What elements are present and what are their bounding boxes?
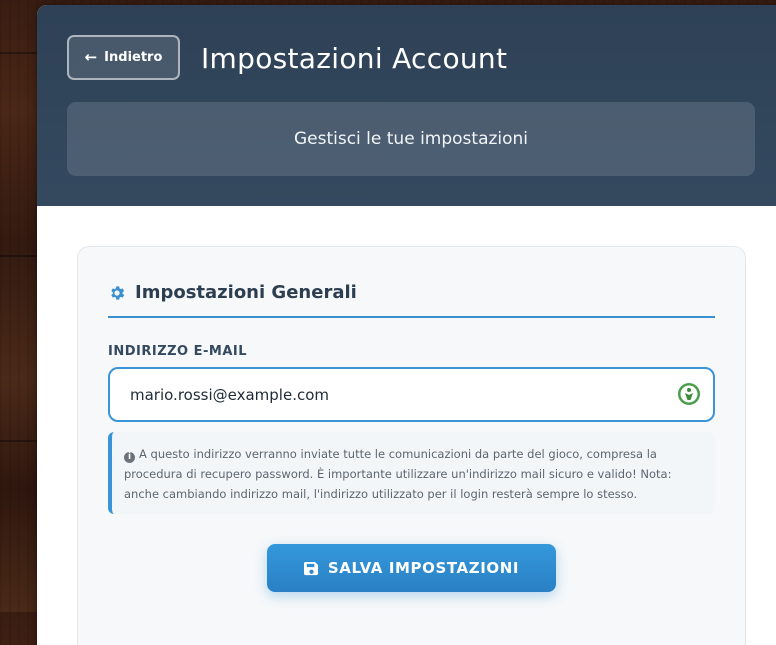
page-header: ← Indietro Impostazioni Account Gestisci…: [37, 5, 776, 206]
email-label: INDIRIZZO E-MAIL: [108, 344, 248, 359]
section-header: Impostazioni Generali: [108, 282, 715, 318]
arrow-left-icon: ←: [84, 48, 98, 66]
page-subtitle: Gestisci le tue impostazioni: [293, 129, 529, 149]
email-field[interactable]: [108, 367, 715, 422]
email-info-text: A questo indirizzo verranno inviate tutt…: [124, 447, 672, 501]
page-title: Impostazioni Account: [201, 42, 508, 75]
page-subtitle-box: Gestisci le tue impostazioni: [67, 102, 755, 176]
save-button-label: SALVA IMPOSTAZIONI: [327, 559, 520, 577]
back-button[interactable]: ← Indietro: [67, 35, 180, 80]
password-manager-icon[interactable]: [677, 382, 701, 406]
back-button-label: Indietro: [104, 50, 163, 65]
save-settings-button[interactable]: SALVA IMPOSTAZIONI: [267, 544, 556, 592]
info-circle-icon: i: [124, 452, 135, 463]
settings-panel: ← Indietro Impostazioni Account Gestisci…: [37, 5, 776, 645]
general-settings-card: Impostazioni Generali INDIRIZZO E-MAIL i…: [77, 246, 746, 645]
floppy-disk-icon: [303, 561, 318, 575]
gear-icon: [111, 286, 125, 300]
email-info-box: iA questo indirizzo verranno inviate tut…: [108, 432, 715, 514]
section-title: Impostazioni Generali: [135, 282, 357, 303]
